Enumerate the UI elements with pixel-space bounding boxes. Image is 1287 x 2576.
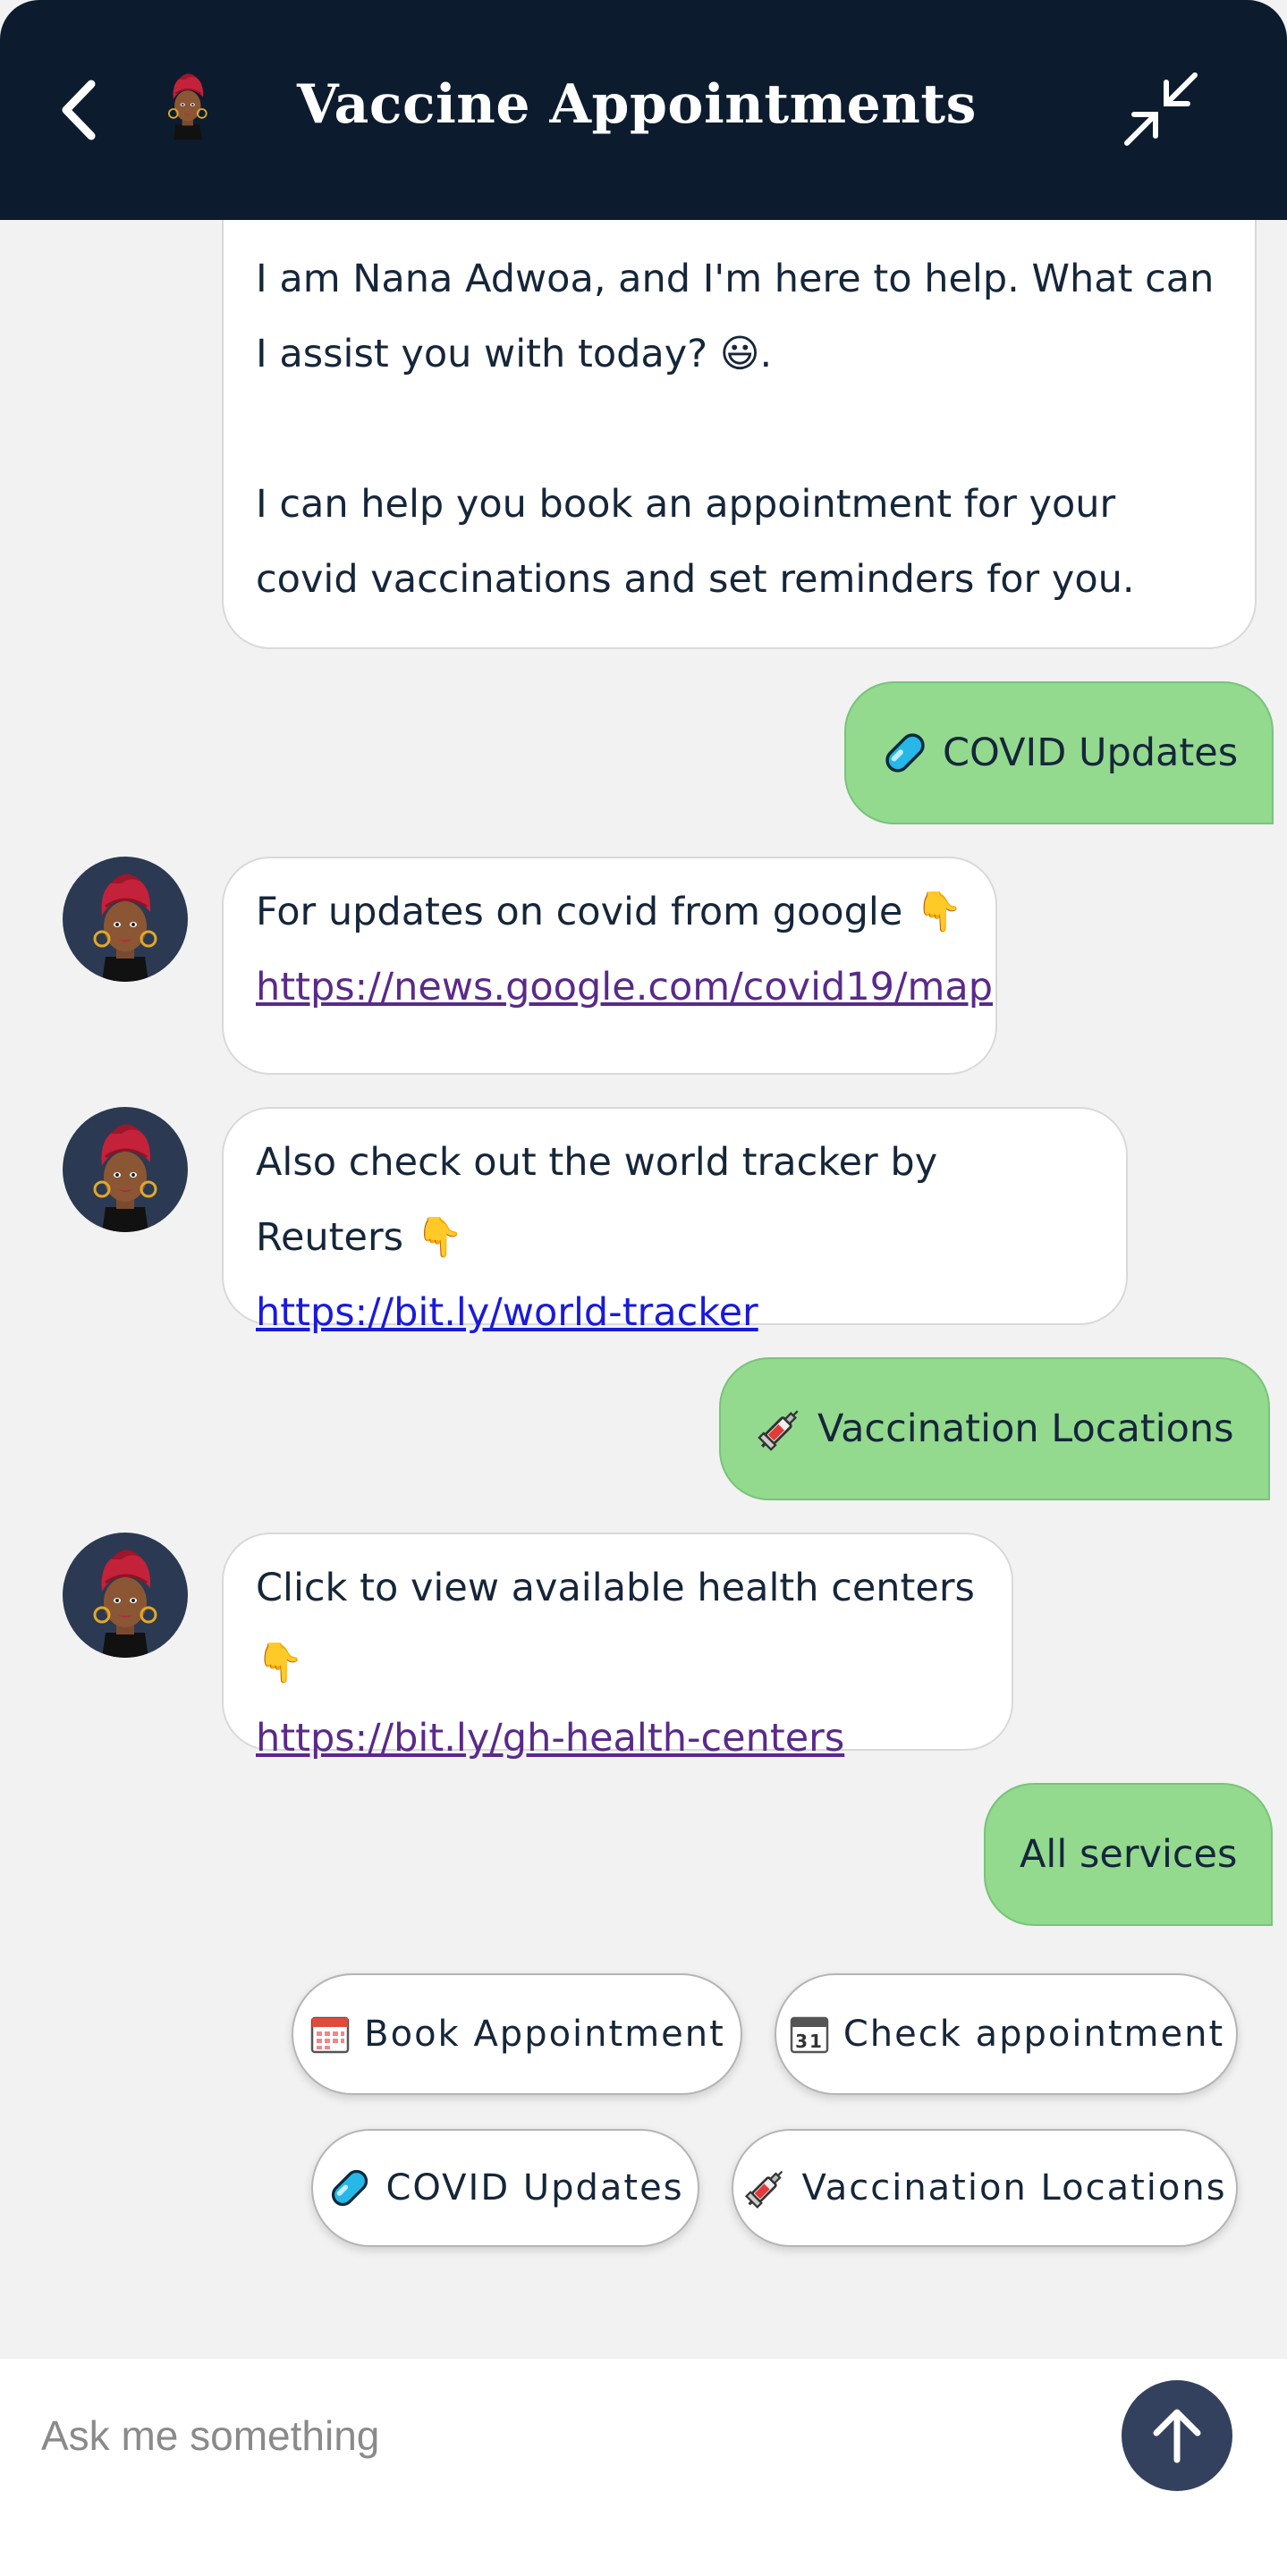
user-message-covid: COVID Updates [844, 681, 1274, 824]
reuters-tracker-link[interactable]: https://bit.ly/world-tracker [256, 1290, 758, 1335]
message-text: Also check out the world tracker by Reut… [256, 1140, 938, 1260]
chevron-left-icon [62, 80, 96, 140]
pill-icon [326, 2165, 373, 2211]
chat-window: Vaccine Appointments I am Nana Adwoa, an… [0, 0, 1287, 2576]
user-message-all-services: All services [984, 1783, 1274, 1926]
send-button[interactable] [1122, 2380, 1232, 2491]
user-message-locations: Vaccination Locations [719, 1357, 1270, 1500]
bot-message-intro: I am Nana Adwoa, and I'm here to help. W… [222, 220, 1257, 649]
intro-text-1: I am Nana Adwoa, and I'm here to help. W… [256, 257, 1215, 376]
syringe-icon [755, 1404, 805, 1454]
calendar-icon [309, 2013, 351, 2056]
assistant-avatar-icon [63, 1107, 188, 1232]
arrow-up-icon [1153, 2409, 1201, 2463]
google-covid-link[interactable]: https://news.google.com/covid19/map [256, 965, 993, 1009]
message-input[interactable] [39, 2394, 1098, 2477]
message-text: For updates on covid from google 👇 [256, 890, 963, 934]
message-text: Click to view available health centers 👇 [256, 1566, 975, 1685]
assistant-avatar-icon [165, 55, 241, 163]
syringe-icon [742, 2165, 789, 2211]
intro-text-2: I can help you book an appointment for y… [256, 482, 1135, 602]
assistant-avatar-icon [63, 857, 188, 982]
header-bar: Vaccine Appointments [0, 0, 1287, 220]
collapse-arrows-icon [1124, 72, 1198, 146]
minimize-button[interactable] [1120, 68, 1202, 150]
bot-message-google: For updates on covid from google 👇 https… [222, 857, 997, 1075]
calendar-31-icon [788, 2013, 831, 2056]
bot-message-centers: Click to view available health centers 👇… [222, 1533, 1013, 1761]
bot-avatar [63, 1533, 188, 1658]
quick-reply-vaccination-locations[interactable]: Vaccination Locations [732, 2129, 1238, 2247]
bot-avatar [63, 857, 188, 982]
message-input-bar [0, 2359, 1287, 2576]
assistant-avatar-icon [63, 1533, 188, 1658]
back-button[interactable] [52, 75, 107, 145]
pill-icon [880, 728, 930, 778]
quick-reply-book-appointment[interactable]: Book Appointment [292, 1973, 742, 2095]
quick-reply-covid-updates[interactable]: COVID Updates [311, 2129, 699, 2247]
quick-reply-check-appointment[interactable]: Check appointment [775, 1973, 1238, 2095]
bot-avatar [63, 1107, 188, 1232]
health-centers-link[interactable]: https://bit.ly/gh-health-centers [256, 1716, 844, 1761]
page-title: Vaccine Appointments [297, 73, 977, 136]
bot-message-reuters: Also check out the world tracker by Reut… [222, 1107, 1128, 1335]
